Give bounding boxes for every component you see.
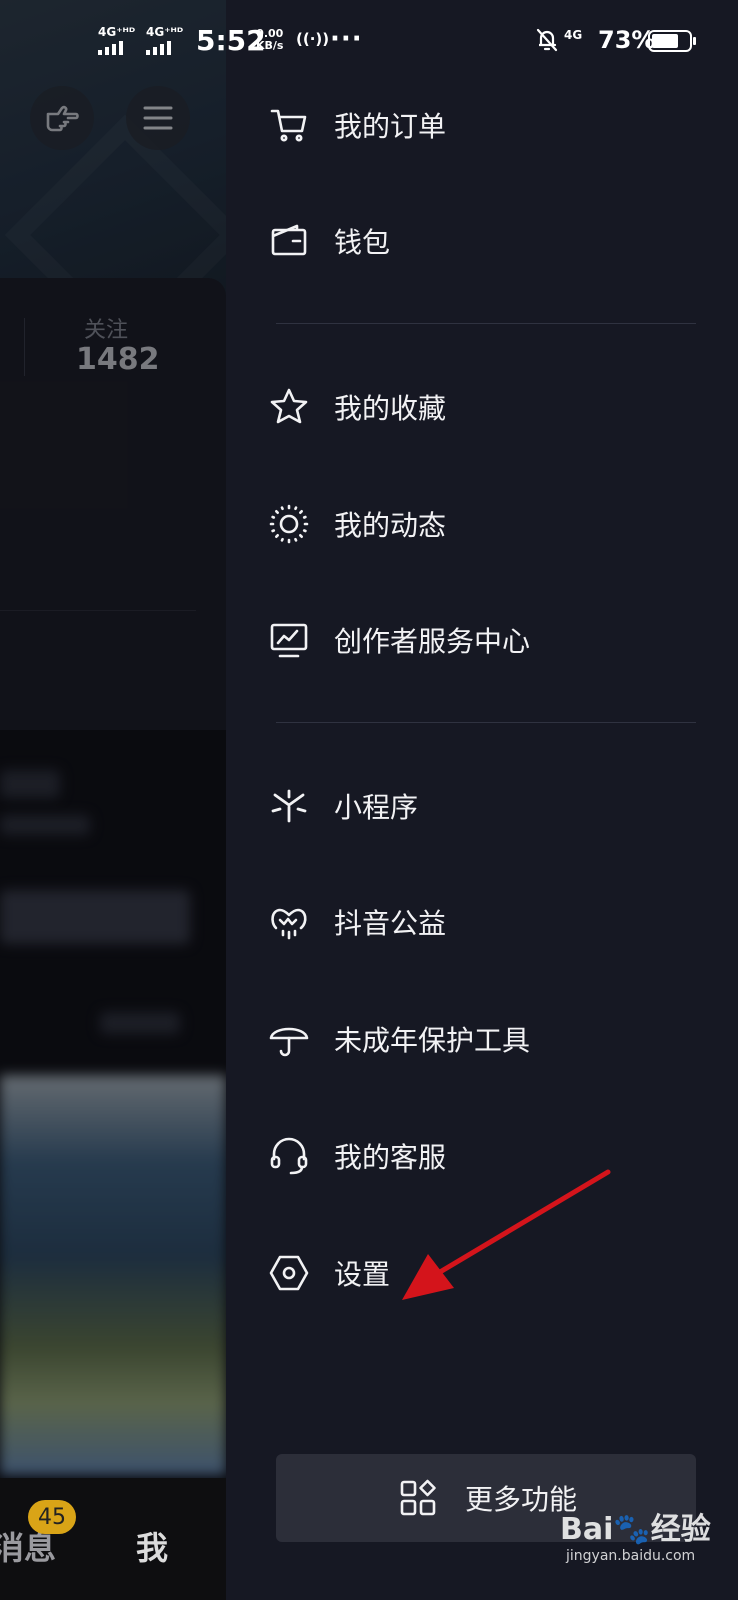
- sim1-label: 4G⁺ᴴᴰ: [98, 25, 136, 39]
- menu-item-wallet[interactable]: 钱包: [266, 206, 696, 276]
- battery-icon: [648, 30, 696, 52]
- battery-percent: 73%: [598, 26, 656, 54]
- annotation-arrow-icon: [402, 1169, 611, 1300]
- more-notifications-icon: ···: [330, 24, 363, 54]
- menu-label: 我的订单: [334, 110, 447, 143]
- menu-item-orders[interactable]: 我的订单: [266, 90, 696, 160]
- headset-icon: [266, 1133, 312, 1179]
- tab-me[interactable]: 我: [136, 1523, 168, 1569]
- menu-item-favorites[interactable]: 我的收藏: [266, 372, 696, 442]
- watermark-url: jingyan.baidu.com: [566, 1548, 696, 1564]
- menu-item-activity[interactable]: 我的动态: [266, 489, 696, 559]
- menu-label: 未成年保护工具: [334, 1024, 531, 1057]
- cart-icon: [266, 102, 312, 148]
- menu-item-charity[interactable]: 抖音公益: [266, 887, 696, 957]
- activity-sun-icon: [266, 501, 312, 547]
- battery-fill: [652, 34, 679, 48]
- menu-item-mini-programs[interactable]: 小程序: [266, 771, 696, 841]
- star-icon: [266, 384, 312, 430]
- sim1-signal: 4G⁺ᴴᴰ: [98, 26, 135, 55]
- menu-label: 我的收藏: [334, 392, 447, 425]
- wallet-icon: [266, 218, 312, 264]
- menu-label: 抖音公益: [334, 907, 447, 940]
- watermark-logo: Bai🐾经验: [560, 1512, 711, 1547]
- profile-page-background: 关注 1482 消息 45 我: [0, 0, 226, 1600]
- grid-apps-icon: [395, 1475, 441, 1521]
- menu-divider: [276, 722, 696, 723]
- menu-divider: [276, 323, 696, 324]
- dim-overlay[interactable]: [0, 0, 226, 1600]
- network-type: 4G: [564, 28, 583, 42]
- speed-unit: KB/s: [256, 39, 284, 52]
- menu-item-creator-center[interactable]: 创作者服务中心: [266, 605, 696, 675]
- bell-muted-icon: [536, 28, 558, 52]
- side-drawer: 我的订单 钱包 我的收藏 我的动态 创作者服务中心 小程序 抖音公益 未成年保护…: [226, 0, 738, 1600]
- hotspot-icon: ((·)): [296, 30, 330, 48]
- mini-program-icon: [266, 783, 312, 829]
- menu-label: 我的动态: [334, 509, 447, 542]
- network-speed: 0.00 KB/s: [256, 28, 283, 52]
- menu-label: 创作者服务中心: [334, 625, 531, 658]
- sim2-label: 4G⁺ᴴᴰ: [146, 25, 184, 39]
- status-bar: 4G⁺ᴴᴰ 4G⁺ᴴᴰ 5:52 0.00 KB/s ((·)) ··· 4G …: [0, 0, 738, 80]
- menu-item-minor-protection[interactable]: 未成年保护工具: [266, 1004, 696, 1074]
- settings-hexagon-icon: [266, 1250, 312, 1296]
- menu-label: 小程序: [334, 791, 419, 824]
- umbrella-icon: [266, 1016, 312, 1062]
- messages-badge: 45: [28, 1500, 76, 1534]
- creator-monitor-icon: [266, 617, 312, 663]
- menu-label: 钱包: [334, 226, 391, 259]
- charity-heart-icon: [266, 899, 312, 945]
- baidu-jingyan-watermark: Bai🐾经验 jingyan.baidu.com: [560, 1504, 730, 1564]
- sim2-signal: 4G⁺ᴴᴰ: [146, 26, 183, 55]
